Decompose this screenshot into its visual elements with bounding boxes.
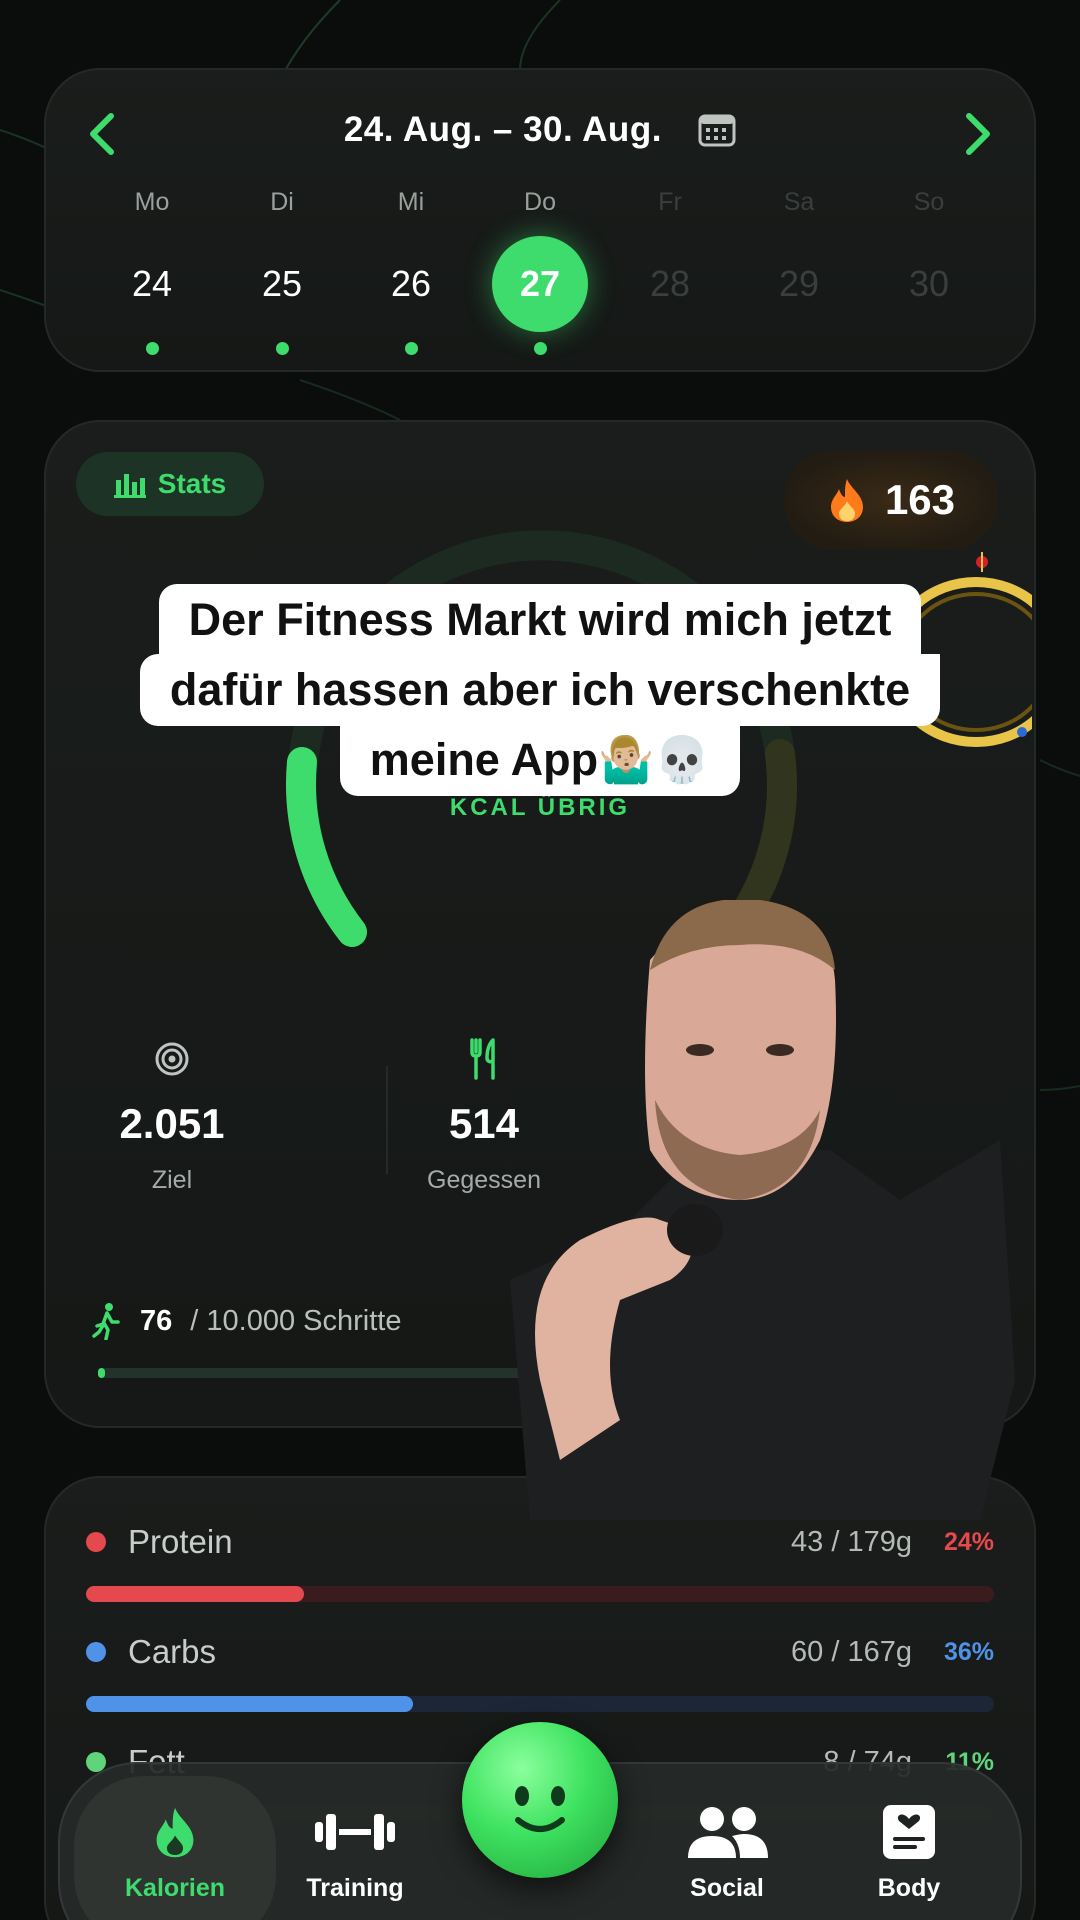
day-name: Di: [270, 188, 294, 216]
calendar-icon[interactable]: [698, 113, 736, 147]
caption-line-1: Der Fitness Markt wird mich jetzt: [158, 584, 922, 656]
day-friday[interactable]: Fr 28: [620, 182, 720, 332]
macro-name: Carbs: [128, 1633, 217, 1670]
logged-indicator-dot: [533, 342, 547, 355]
day-name: Mo: [134, 188, 170, 216]
day-name: Fr: [658, 188, 682, 216]
tab-body[interactable]: Body: [824, 1800, 994, 1903]
steps-row: 76 / 10.000 Schritte: [92, 1302, 401, 1340]
macro-progress-fill: [86, 1696, 413, 1712]
flame-icon: [830, 479, 863, 522]
kcal-remaining-label: KCAL ÜBRIG: [449, 794, 631, 821]
tab-label: Body: [877, 1874, 941, 1902]
carbs-color-dot: [86, 1642, 106, 1662]
next-week-button[interactable]: [948, 104, 1008, 164]
tab-label: Kalorien: [124, 1874, 226, 1902]
week-range-label: 24. Aug. – 30. Aug.: [343, 109, 662, 149]
streak-count: 163: [884, 476, 956, 523]
day-saturday[interactable]: Sa 29: [749, 182, 849, 332]
macro-progress-track: [86, 1586, 994, 1602]
stats-label: Stats: [157, 468, 227, 499]
macro-row-protein: Protein 43 / 179g 24%: [86, 1520, 994, 1602]
dumbbell-icon: [315, 1814, 395, 1850]
logged-indicator-dot: [404, 342, 418, 355]
steps-goal: / 10.000 Schritte: [190, 1304, 402, 1337]
presenter-video-overlay: [510, 900, 1015, 1520]
caption-line-3: meine App🤷🏼‍♂️💀: [339, 724, 741, 796]
mascot-add-button[interactable]: [462, 1722, 618, 1878]
day-number: 24: [131, 263, 173, 304]
people-icon: [688, 1807, 768, 1858]
tab-social[interactable]: Social: [642, 1800, 812, 1903]
day-wednesday[interactable]: Mi 26: [361, 182, 461, 355]
day-number: 26: [390, 263, 432, 304]
macro-progress-track: [86, 1696, 994, 1712]
steps-progress-fill: [98, 1368, 106, 1378]
day-name: Sa: [783, 188, 815, 216]
day-monday[interactable]: Mo 24: [102, 182, 202, 355]
macro-amount: 43 / 179g: [791, 1525, 912, 1558]
day-number: 30: [908, 263, 950, 304]
steps-current: 76: [140, 1304, 173, 1337]
tab-label: Social: [690, 1874, 764, 1902]
walking-icon: [92, 1303, 120, 1340]
day-name: Mi: [397, 188, 425, 216]
day-number: 28: [649, 263, 691, 304]
macro-percent: 24%: [943, 1527, 994, 1556]
day-thursday-selected[interactable]: Do 27: [490, 182, 590, 355]
day-number: 25: [261, 263, 303, 304]
day-tuesday[interactable]: Di 25: [232, 182, 332, 355]
week-range-header[interactable]: 24. Aug. – 30. Aug.: [46, 108, 1034, 150]
goal-label: Ziel: [151, 1166, 193, 1194]
protein-color-dot: [86, 1532, 106, 1552]
day-number: 29: [778, 263, 820, 304]
macro-progress-fill: [86, 1586, 304, 1602]
logged-indicator-dot: [145, 342, 159, 355]
day-name: So: [913, 188, 945, 216]
macro-row-carbs: Carbs 60 / 167g 36%: [86, 1630, 994, 1712]
streak-badge[interactable]: 163: [784, 450, 998, 550]
flame-icon: [156, 1807, 194, 1858]
target-icon: [155, 1042, 189, 1076]
body-report-icon: [883, 1805, 935, 1859]
tab-label: Training: [306, 1874, 404, 1902]
bar-chart-icon: [113, 474, 146, 498]
macro-percent: 36%: [943, 1637, 994, 1666]
fork-knife-icon: [470, 1038, 495, 1080]
week-selector-card: 24. Aug. – 30. Aug. Mo 24 Di 25 Mi 26 Do…: [44, 68, 1036, 372]
tab-kalorien[interactable]: Kalorien: [90, 1800, 260, 1903]
logged-indicator-dot: [275, 342, 289, 355]
tab-training[interactable]: Training: [270, 1800, 440, 1903]
day-sunday[interactable]: So 30: [879, 182, 979, 332]
macro-name: Protein: [128, 1523, 233, 1560]
video-caption: Der Fitness Markt wird mich jetzt dafür …: [0, 584, 1080, 796]
goal-stat: 2.051 Ziel: [62, 1036, 282, 1195]
caption-line-2: dafür hassen aber ich verschenkte: [139, 654, 941, 726]
goal-value: 2.051: [119, 1100, 225, 1147]
stats-button[interactable]: Stats: [76, 452, 264, 516]
macro-amount: 60 / 167g: [791, 1635, 912, 1668]
day-name: Do: [524, 188, 556, 216]
selected-day-number: 27: [492, 236, 588, 332]
chevron-right-icon: [966, 113, 990, 155]
smiley-face-icon: [515, 1786, 565, 1832]
